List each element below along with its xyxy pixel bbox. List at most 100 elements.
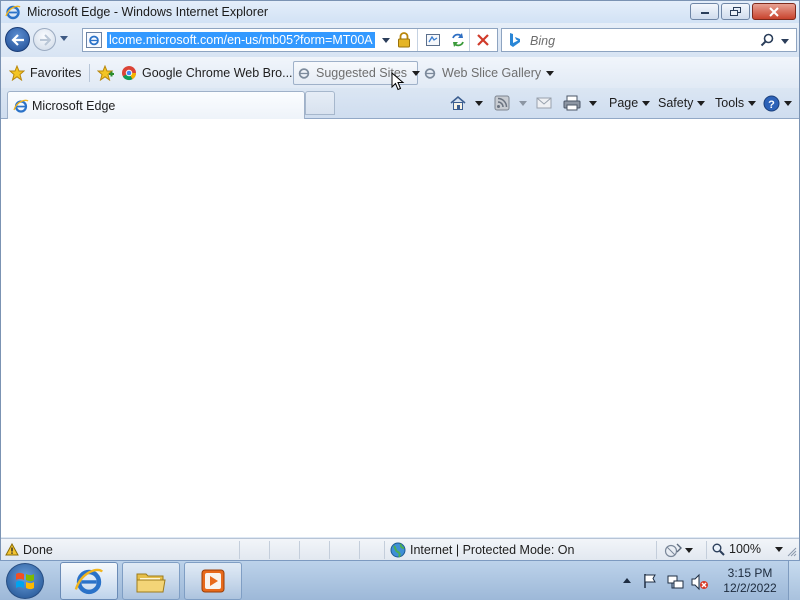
zoom-control[interactable]: 100%: [712, 542, 783, 556]
tab-microsoft-edge[interactable]: Microsoft Edge: [7, 91, 305, 119]
mouse-cursor-icon: [391, 72, 405, 91]
feeds-dropdown[interactable]: [519, 93, 527, 113]
restore-icon: [729, 6, 741, 16]
new-tab-button[interactable]: [305, 91, 335, 115]
show-desktop-button[interactable]: [788, 561, 800, 600]
favorite-link-chrome[interactable]: Google Chrome Web Bro...: [121, 63, 293, 83]
chrome-icon: [122, 66, 137, 81]
page-content[interactable]: [1, 119, 799, 537]
home-dropdown[interactable]: [475, 93, 483, 113]
refresh-icon[interactable]: [449, 32, 467, 48]
clock-date: 12/2/2022: [723, 581, 777, 595]
minimize-icon: [700, 11, 709, 14]
lock-icon[interactable]: [397, 32, 411, 48]
address-dropdown-icon[interactable]: [381, 37, 391, 45]
address-bar[interactable]: lcome.microsoft.com/en-us/mb05?form=MT00…: [82, 28, 498, 52]
safety-menu[interactable]: Safety: [658, 93, 706, 113]
safety-menu-label: Safety: [658, 96, 694, 110]
address-url[interactable]: lcome.microsoft.com/en-us/mb05?form=MT00…: [107, 32, 375, 48]
show-hidden-icons-button[interactable]: [622, 577, 632, 585]
ie-icon: [13, 99, 29, 113]
chevron-down-icon: [784, 100, 792, 106]
folder-icon: [136, 573, 166, 593]
network-icon: [664, 543, 682, 558]
taskbar: 3:15 PM 12/2/2022: [0, 560, 800, 600]
favorites-separator: [89, 64, 90, 82]
tab-command-row: Microsoft Edge Page Safety Tools ?: [1, 88, 799, 119]
favorite-link-label: Google Chrome Web Bro...: [142, 66, 293, 80]
ie-icon: [86, 32, 102, 48]
forward-arrow-icon: [39, 33, 51, 46]
status-text: Done: [23, 543, 53, 557]
volume-muted-icon[interactable]: [691, 573, 709, 591]
back-button[interactable]: [5, 27, 30, 52]
page-menu-label: Page: [609, 96, 639, 110]
search-box[interactable]: Bing: [501, 28, 797, 52]
print-icon: [563, 95, 581, 111]
add-favorites-icon: [97, 65, 114, 81]
chevron-down-icon: [685, 547, 693, 553]
media-player-icon: [201, 569, 225, 593]
compatibility-view-icon[interactable]: [425, 32, 441, 48]
read-mail-button[interactable]: [536, 93, 552, 113]
window-title: Microsoft Edge - Windows Internet Explor…: [27, 5, 269, 19]
zone-text: Internet | Protected Mode: On: [410, 543, 575, 557]
feeds-icon: [494, 95, 510, 111]
address-separator: [469, 29, 470, 51]
ie-icon: [298, 68, 310, 79]
ie-icon: [5, 5, 21, 20]
close-icon: [769, 6, 779, 17]
home-icon: [450, 95, 466, 110]
help-button[interactable]: ?: [763, 93, 792, 113]
navigation-bar: lcome.microsoft.com/en-us/mb05?form=MT00…: [1, 23, 799, 57]
chevron-down-icon: [748, 100, 757, 106]
restore-button[interactable]: [721, 3, 750, 20]
home-button[interactable]: [449, 93, 467, 113]
print-button[interactable]: [563, 93, 581, 113]
status-bar: Done Internet | Protected Mode: On 100%: [1, 538, 799, 560]
chevron-down-icon: [519, 100, 527, 106]
favorites-star-icon: [9, 65, 25, 81]
clock[interactable]: 3:15 PM 12/2/2022: [716, 566, 784, 596]
tools-menu[interactable]: Tools: [715, 93, 757, 113]
stop-icon[interactable]: [476, 33, 490, 47]
zoom-level: 100%: [729, 542, 761, 556]
chevron-down-icon: [546, 70, 555, 76]
flag-icon[interactable]: [642, 573, 658, 589]
tab-label: Microsoft Edge: [32, 99, 116, 113]
search-options-dropdown[interactable]: [780, 38, 790, 46]
chevron-down-icon: [697, 100, 706, 106]
bing-icon: [510, 33, 520, 47]
protected-mode-button[interactable]: [664, 542, 693, 558]
network-icon[interactable]: [667, 573, 685, 591]
address-separator: [417, 29, 418, 51]
favorite-link-label: Web Slice Gallery: [442, 66, 542, 80]
start-button[interactable]: [6, 563, 44, 599]
feeds-button[interactable]: [494, 93, 510, 113]
forward-button[interactable]: [33, 28, 56, 51]
favorite-web-slice-gallery[interactable]: Web Slice Gallery: [423, 63, 555, 83]
recent-pages-dropdown[interactable]: [59, 35, 69, 43]
page-menu[interactable]: Page: [609, 93, 651, 113]
favorites-button[interactable]: Favorites: [9, 63, 81, 83]
chevron-down-icon: [642, 100, 651, 106]
add-to-favorites-bar-button[interactable]: [97, 63, 115, 83]
print-dropdown[interactable]: [589, 93, 597, 113]
security-zone[interactable]: Internet | Protected Mode: On: [390, 542, 574, 558]
back-arrow-icon: [10, 33, 24, 46]
title-bar: Microsoft Edge - Windows Internet Explor…: [1, 1, 799, 23]
close-window-button[interactable]: [752, 3, 796, 20]
ie-icon: [74, 568, 104, 595]
read-mail-icon: [536, 97, 552, 109]
favorites-label: Favorites: [30, 66, 82, 80]
taskbar-internet-explorer[interactable]: [60, 562, 118, 600]
minimize-button[interactable]: [690, 3, 719, 20]
chevron-down-icon: [412, 70, 421, 76]
clock-time: 3:15 PM: [727, 566, 773, 580]
search-placeholder[interactable]: Bing: [530, 34, 555, 48]
search-icon[interactable]: [760, 33, 774, 47]
taskbar-windows-explorer[interactable]: [122, 562, 180, 600]
taskbar-media-player[interactable]: [184, 562, 242, 600]
resize-grip-icon[interactable]: [787, 547, 797, 557]
tools-menu-label: Tools: [715, 96, 745, 110]
